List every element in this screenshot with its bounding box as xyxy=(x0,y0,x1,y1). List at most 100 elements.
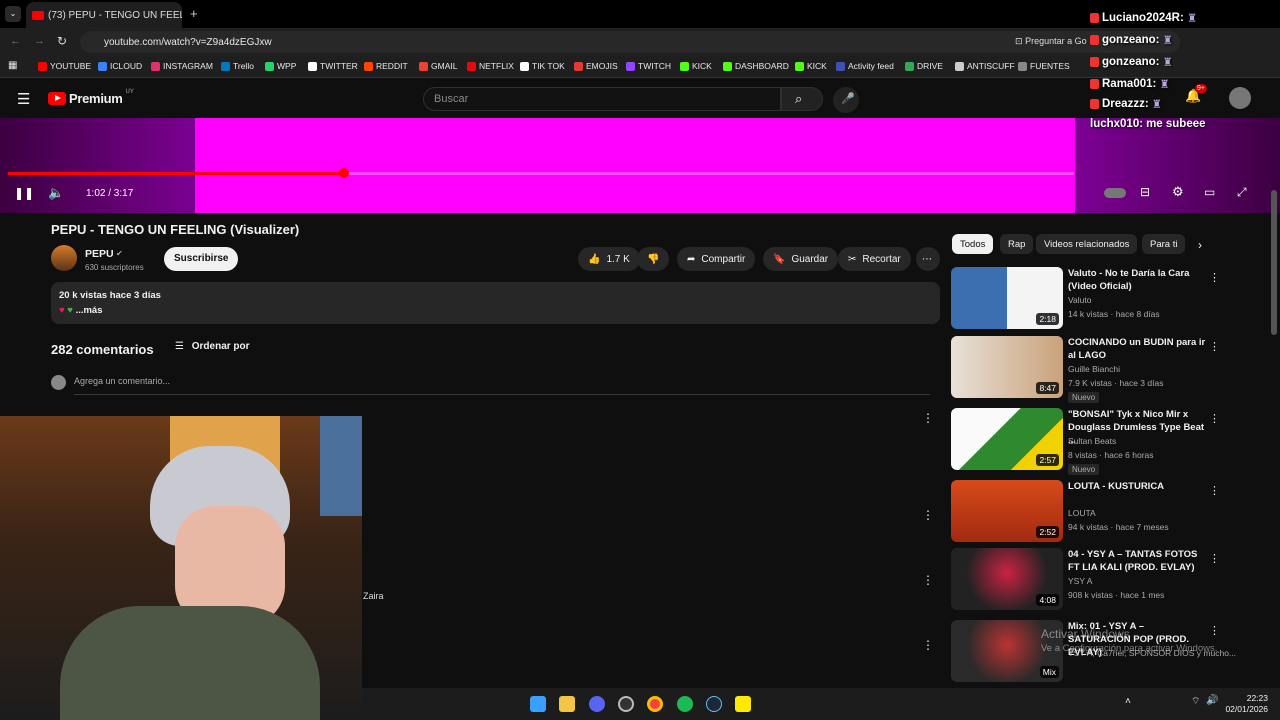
recommendation-menu-icon[interactable]: ⋮ xyxy=(1209,340,1220,353)
chrome-icon[interactable] xyxy=(647,696,663,712)
recommendation-menu-icon[interactable]: ⋮ xyxy=(1209,412,1220,425)
recommendation-thumbnail[interactable]: 8:47 xyxy=(951,336,1063,398)
recommendation-channel[interactable]: LOUTA xyxy=(1068,508,1096,518)
search-input[interactable]: Buscar xyxy=(423,87,781,111)
progress-bar[interactable] xyxy=(8,168,1074,178)
like-button[interactable]: 👍 1.7 K xyxy=(578,247,640,271)
speaker-icon[interactable]: 🔊 xyxy=(1206,695,1218,706)
youtube-logo[interactable]: Premium UY xyxy=(48,89,134,106)
menu-icon[interactable]: ☰ xyxy=(17,90,30,108)
bookmark-item[interactable]: NETFLIX xyxy=(467,61,514,71)
bookmark-item[interactable]: DRIVE xyxy=(905,61,943,71)
reload-icon[interactable]: ↻ xyxy=(57,34,67,48)
recommendation-menu-icon[interactable]: ⋮ xyxy=(1209,624,1220,637)
recommendation-menu-icon[interactable]: ⋮ xyxy=(1209,484,1220,497)
save-button[interactable]: 🔖 Guardar xyxy=(763,247,839,271)
pause-icon[interactable]: ❚❚ xyxy=(14,186,34,200)
subscribe-button[interactable]: Suscribirse xyxy=(164,247,239,271)
bookmark-item[interactable]: FUENTES xyxy=(1018,61,1070,71)
recommendation-title[interactable]: COCINANDO un BUDIN para ir al LAGO xyxy=(1068,336,1208,362)
bookmark-item[interactable]: DASHBOARD xyxy=(723,61,789,71)
recommendation-title[interactable]: 04 - YSY A – TANTAS FOTOS FT LIA KALI (P… xyxy=(1068,548,1208,574)
dislike-button[interactable]: 👎 xyxy=(637,247,670,271)
description-box[interactable]: 20 k vistas hace 3 días ♥ ♥ ...más xyxy=(51,282,940,324)
bookmark-item[interactable]: ANTISCUFF xyxy=(955,61,1015,71)
recommendation-thumbnail[interactable]: 4:08 xyxy=(951,548,1063,610)
autoplay-toggle[interactable] xyxy=(1104,188,1126,198)
volume-icon[interactable]: 🔈 xyxy=(48,185,64,201)
recommendation-item[interactable]: 4:08 04 - YSY A – TANTAS FOTOS FT LIA KAL… xyxy=(951,548,1251,614)
voice-search-button[interactable]: 🎤 xyxy=(833,87,859,113)
recommendation-menu-icon[interactable]: ⋮ xyxy=(1209,552,1220,565)
bookmark-item[interactable]: Trello xyxy=(221,61,254,71)
wifi-icon[interactable]: ⌔ xyxy=(1191,695,1200,708)
sort-button[interactable]: ☰ Ordenar por xyxy=(175,341,250,352)
new-tab-button[interactable]: + xyxy=(190,6,198,21)
scrubber-handle[interactable] xyxy=(338,168,349,178)
recommendation-title[interactable]: Valuto - No te Daría la Cara (Video Ofic… xyxy=(1068,267,1208,293)
sticky-notes-icon[interactable] xyxy=(735,696,751,712)
comment-menu-icon[interactable]: ⋮ xyxy=(922,508,934,522)
recommendation-thumbnail[interactable]: 2:18 xyxy=(951,267,1063,329)
bookmark-item[interactable]: YOUTUBE xyxy=(38,61,91,71)
comment-menu-icon[interactable]: ⋮ xyxy=(922,638,934,652)
recommendation-thumbnail[interactable]: 2:57 xyxy=(951,408,1063,470)
bookmark-item[interactable]: REDDIT xyxy=(364,61,408,71)
browser-tab-active[interactable]: (73) PEPU - TENGO UN FEELING 🔊 ✕ xyxy=(26,2,182,28)
more-link[interactable]: ...más xyxy=(76,305,103,316)
bookmark-item[interactable]: TWITTER xyxy=(308,61,358,71)
recommendation-channel[interactable]: Valuto xyxy=(1068,295,1091,305)
fullscreen-icon[interactable]: ⤢ xyxy=(1237,185,1247,200)
clip-button[interactable]: ✂ Recortar xyxy=(838,247,911,271)
filter-chip[interactable]: Videos relacionados xyxy=(1036,234,1138,254)
tray-chevron-icon[interactable]: ˄ xyxy=(1125,696,1131,707)
page-scrollbar[interactable] xyxy=(1271,190,1277,335)
recommendation-channel[interactable]: Sultan Beats xyxy=(1068,436,1116,446)
bookmark-item[interactable]: TWITCH xyxy=(626,61,671,71)
discord-icon[interactable] xyxy=(589,696,605,712)
ask-google-button[interactable]: ⊡ Preguntar a Go xyxy=(1015,36,1087,47)
start-icon[interactable] xyxy=(530,696,546,712)
file-explorer-icon[interactable] xyxy=(559,696,575,712)
bookmark-item[interactable]: KICK xyxy=(680,61,712,71)
recommendation-channel[interactable]: Guille Bianchi xyxy=(1068,364,1120,374)
settings-icon[interactable]: ⚙ xyxy=(1172,184,1184,200)
bookmark-item[interactable]: INSTAGRAM xyxy=(151,61,213,71)
theater-icon[interactable]: ▭ xyxy=(1204,185,1215,199)
recommendation-item[interactable]: 2:57 "BONSAI" Tyk x Nico Mir x Douglass D… xyxy=(951,408,1251,475)
add-comment-input[interactable]: Agrega un comentario... xyxy=(74,376,930,395)
channel-avatar[interactable] xyxy=(51,245,77,271)
filter-chip[interactable]: Todos xyxy=(952,234,994,254)
share-button[interactable]: ➦ Compartir xyxy=(677,247,756,271)
bookmark-item[interactable]: GMAIL xyxy=(419,61,457,71)
channel-name[interactable]: PEPU xyxy=(85,248,114,260)
forward-icon[interactable]: → xyxy=(34,35,45,47)
bookmark-item[interactable]: EMOJIS xyxy=(574,61,618,71)
tab-list-button[interactable]: ⌄ xyxy=(5,6,21,22)
comment-menu-icon[interactable]: ⋮ xyxy=(922,573,934,587)
steam-icon[interactable] xyxy=(706,696,722,712)
filter-chip[interactable]: Para ti xyxy=(1142,234,1186,254)
bookmark-item[interactable]: ICLOUD xyxy=(98,61,142,71)
filter-chip[interactable]: Rap xyxy=(1000,234,1034,254)
recommendation-thumbnail[interactable]: 2:52 xyxy=(951,480,1063,542)
recommendation-item[interactable]: 8:47 COCINANDO un BUDIN para ir al LAGO Gu… xyxy=(951,336,1251,403)
back-icon[interactable]: ← xyxy=(10,35,21,47)
recommendation-item[interactable]: 2:52 LOUTA - KUSTURICA LOUTA 94 k vistas · … xyxy=(951,480,1251,546)
recommendation-menu-icon[interactable]: ⋮ xyxy=(1209,271,1220,284)
bookmark-item[interactable]: KICK xyxy=(795,61,827,71)
bookmark-item[interactable]: TIK TOK xyxy=(520,61,565,71)
recommendation-item[interactable]: 2:18 Valuto - No te Daría la Cara (Video … xyxy=(951,267,1251,333)
clock[interactable]: 22:23 02/01/2026 xyxy=(1220,693,1268,715)
recommendation-channel[interactable]: YSY A xyxy=(1068,576,1092,586)
comment-author[interactable]: Zaira xyxy=(363,591,384,601)
recommendation-title[interactable]: LOUTA - KUSTURICA xyxy=(1068,480,1208,493)
subtitles-icon[interactable]: ⊟ xyxy=(1140,185,1150,199)
bookmark-item[interactable]: WPP xyxy=(265,61,296,71)
spotify-icon[interactable] xyxy=(677,696,693,712)
bookmark-item[interactable]: Activity feed xyxy=(836,61,894,71)
obs-icon[interactable] xyxy=(618,696,634,712)
more-actions-button[interactable]: ⋯ xyxy=(916,247,940,271)
apps-icon[interactable]: ▦ xyxy=(8,60,17,71)
comment-menu-icon[interactable]: ⋮ xyxy=(922,411,934,425)
